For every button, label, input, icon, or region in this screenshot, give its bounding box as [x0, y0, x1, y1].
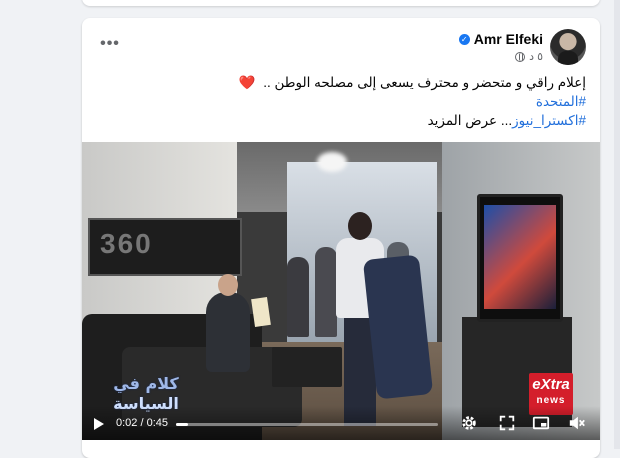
video-frame-tv: [477, 194, 563, 322]
settings-gear-icon[interactable]: [460, 414, 478, 432]
author-name[interactable]: Amr Elfeki: [474, 31, 543, 47]
heart-emoji-icon: ❤️: [238, 75, 256, 90]
facebook-post: ••• ✓ Amr Elfeki ٥ د إعلام راقي و متحضر …: [82, 18, 600, 458]
video-controls: 0:02 / 0:45: [82, 406, 600, 440]
video-frame-seated-man: [206, 274, 250, 372]
video-time: 0:02 / 0:45: [116, 417, 168, 429]
globe-icon: [515, 51, 526, 62]
see-more-link[interactable]: عرض المزيد: [428, 113, 498, 128]
post-text: إعلام راقي و متحضر و محترف يسعى إلى مصلح…: [96, 73, 586, 130]
fullscreen-icon[interactable]: [498, 414, 516, 432]
post-text-line-2: #المتحدة: [96, 92, 586, 111]
program-logo-line-1: كلام في: [113, 374, 179, 393]
verified-badge-icon: ✓: [458, 33, 470, 45]
scrollbar-track[interactable]: [614, 0, 620, 449]
previous-post-card: [82, 0, 600, 6]
video-progress-fill: [176, 423, 188, 426]
video-frame-wall-sign: 360: [88, 218, 242, 276]
more-options-button[interactable]: •••: [96, 32, 124, 56]
video-progress-bar[interactable]: [176, 423, 438, 426]
post-meta: ٥ د: [515, 50, 543, 63]
video-frame-light: [317, 152, 347, 172]
hashtag-link-1[interactable]: #المتحدة: [536, 94, 586, 109]
extra-news-logo-line-1: eXtra: [532, 376, 570, 393]
wall-sign-text: 360: [100, 228, 153, 259]
more-options-label: •••: [100, 35, 120, 52]
post-text-line-3: #اكسترا_نيوز... عرض المزيد: [96, 111, 586, 130]
volume-muted-icon[interactable]: [568, 414, 586, 432]
picture-in-picture-icon[interactable]: [532, 414, 550, 432]
hashtag-link-2[interactable]: #اكسترا_نيوز: [512, 113, 586, 128]
author-avatar[interactable]: [550, 29, 586, 65]
author-header: ✓ Amr Elfeki: [458, 31, 543, 47]
video-frame-paper: [251, 297, 271, 327]
post-text-content: إعلام راقي و متحضر و محترف يسعى إلى مصلح…: [263, 75, 586, 90]
post-text-line-1: إعلام راقي و متحضر و محترف يسعى إلى مصلح…: [96, 73, 586, 92]
post-timestamp[interactable]: ٥ د: [529, 50, 543, 63]
play-icon[interactable]: [94, 418, 104, 430]
video-player[interactable]: 360 كلام في السياسة eXtra news 0:02 / 0:…: [82, 142, 600, 440]
ellipsis: ...: [500, 113, 513, 128]
